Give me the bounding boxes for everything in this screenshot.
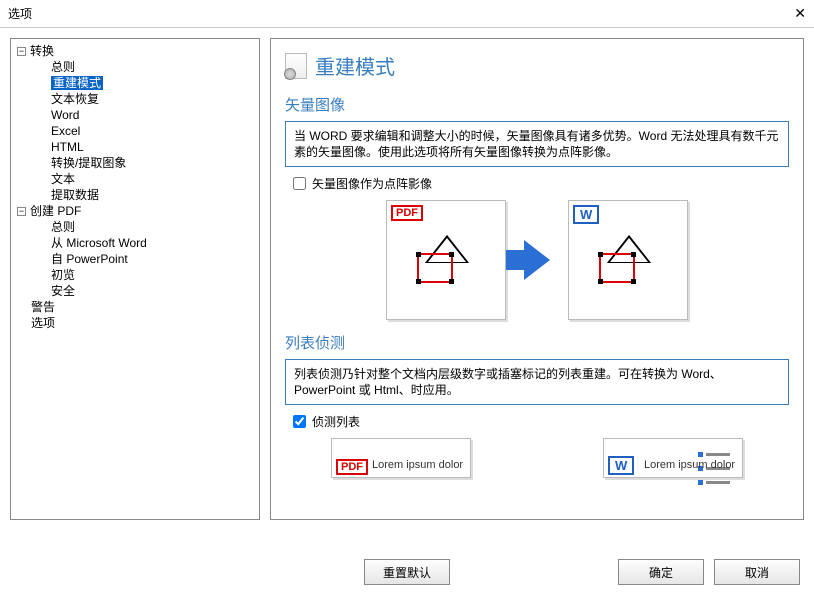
section-heading-vector: 矢量图像 [285, 94, 789, 115]
panel-title: 重建模式 [285, 51, 789, 80]
vector-shape-icon [595, 235, 639, 293]
tree-item[interactable]: HTML [33, 139, 257, 155]
tree-item[interactable]: 安全 [33, 283, 257, 299]
preview-row-2: PDF Lorem ipsum dolor W Lorem ipsum dolo… [285, 438, 789, 478]
preview-list-pdf: PDF Lorem ipsum dolor [331, 438, 471, 478]
checkbox-list-input[interactable] [293, 415, 306, 428]
word-badge-icon: W [573, 205, 599, 224]
tree-group-create[interactable]: −创建 PDF 总则 从 Microsoft Word 自 PowerPoint… [17, 203, 257, 299]
ok-button[interactable]: 确定 [618, 559, 704, 585]
info-box-vector: 当 WORD 要求编辑和调整大小的时候，矢量图像具有诸多优势。Word 无法处理… [285, 121, 789, 167]
tree-item[interactable]: Excel [33, 123, 257, 139]
collapse-icon[interactable]: − [17, 47, 26, 56]
lorem-text: Lorem ipsum dolor [372, 459, 463, 471]
word-badge-icon: W [608, 456, 634, 475]
preview-row-1: PDF W [285, 200, 789, 320]
tree-item[interactable]: 从 Microsoft Word [33, 235, 257, 251]
tree-item-warn[interactable]: 警告 [17, 299, 257, 315]
content-area: −转换 总则 重建模式 文本恢复 Word Excel HTML 转换/提取图象… [0, 28, 814, 530]
tree-item[interactable]: 总则 [33, 59, 257, 75]
tree-item[interactable]: 文本 [33, 171, 257, 187]
checkbox-vector-input[interactable] [293, 177, 306, 190]
preview-word: W [568, 200, 688, 320]
tree-item[interactable]: 转换/提取图象 [33, 155, 257, 171]
checkbox-list[interactable]: 侦测列表 [293, 413, 789, 430]
titlebar: 选项 ✕ [0, 0, 814, 28]
tree-item[interactable]: 提取数据 [33, 187, 257, 203]
info-box-list: 列表侦测乃针对整个文档内层级数字或插塞标记的列表重建。可在转换为 Word、Po… [285, 359, 789, 405]
nav-tree: −转换 总则 重建模式 文本恢复 Word Excel HTML 转换/提取图象… [10, 38, 260, 520]
cancel-button[interactable]: 取消 [714, 559, 800, 585]
vector-shape-icon [413, 235, 457, 293]
arrow-right-icon [524, 240, 550, 280]
preview-list-word: W Lorem ipsum dolor [603, 438, 743, 478]
reset-defaults-button[interactable]: 重置默认 [364, 559, 450, 585]
lorem-text: Lorem ipsum dolor [644, 459, 735, 471]
window-title: 选项 [8, 5, 32, 22]
preview-pdf: PDF [386, 200, 506, 320]
tree-item[interactable]: Word [33, 107, 257, 123]
checkbox-vector[interactable]: 矢量图像作为点阵影像 [293, 175, 789, 192]
main-panel: 重建模式 矢量图像 当 WORD 要求编辑和调整大小的时候，矢量图像具有诸多优势… [270, 38, 804, 520]
tree-item[interactable]: 自 PowerPoint [33, 251, 257, 267]
tree-item[interactable]: 文本恢复 [33, 91, 257, 107]
section-heading-list: 列表侦测 [285, 332, 789, 353]
tree-item[interactable]: 总则 [33, 219, 257, 235]
button-row: 重置默认 确定 取消 [14, 559, 800, 585]
pdf-badge-icon: PDF [336, 459, 368, 475]
collapse-icon[interactable]: − [17, 207, 26, 216]
tree-item[interactable]: 初览 [33, 267, 257, 283]
document-gear-icon [285, 53, 307, 79]
pdf-badge-icon: PDF [391, 205, 423, 221]
close-icon[interactable]: ✕ [794, 5, 806, 22]
tree-item-selected[interactable]: 重建模式 [33, 75, 257, 91]
tree-item-options[interactable]: 选项 [17, 315, 257, 331]
tree-group-convert[interactable]: −转换 总则 重建模式 文本恢复 Word Excel HTML 转换/提取图象… [17, 43, 257, 203]
